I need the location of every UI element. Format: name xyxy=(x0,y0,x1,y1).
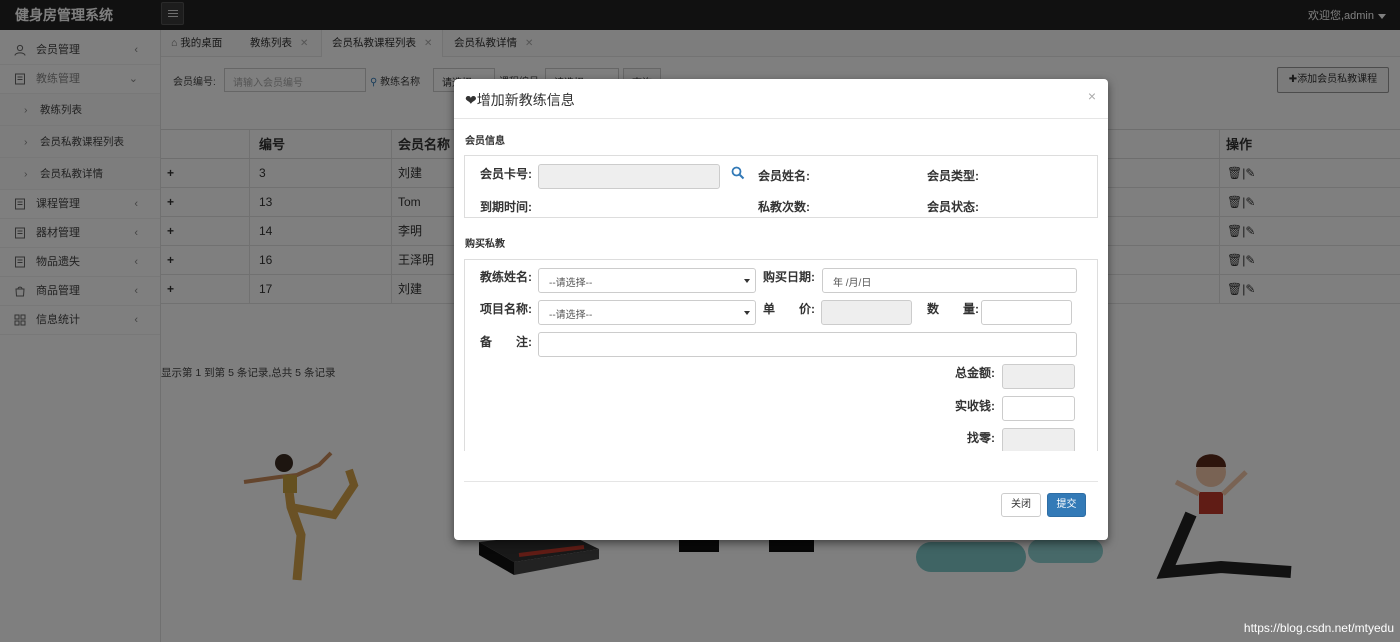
modal-footer-divider xyxy=(464,481,1098,482)
paid-amount-input[interactable] xyxy=(1002,396,1075,421)
modal-header: ❤增加新教练信息 × xyxy=(454,79,1108,119)
heart-icon: ❤ xyxy=(465,92,477,108)
modal-body: 会员信息 会员卡号: 会员姓名: 会员类型: 到期时间: 私教次数: 会员状态:… xyxy=(454,119,1108,451)
project-select[interactable]: --请选择-- xyxy=(538,300,756,325)
unit-price-label: 单 价: xyxy=(763,302,815,316)
coach-select[interactable]: --请选择-- xyxy=(538,268,756,293)
note-label: 备 注: xyxy=(480,335,532,349)
buy-private-section-title: 购买私教 xyxy=(465,239,505,250)
change-input[interactable] xyxy=(1002,428,1075,451)
buy-date-input[interactable]: 年 /月/日 xyxy=(822,268,1077,293)
unit-price-input[interactable] xyxy=(821,300,912,325)
search-icon[interactable] xyxy=(731,166,745,180)
add-coach-modal: ❤增加新教练信息 × 会员信息 会员卡号: 会员姓名: 会员类型: 到期时间: … xyxy=(454,79,1108,540)
buy-private-panel: 教练姓名: --请选择-- 购买日期: 年 /月/日 项目名称: --请选择--… xyxy=(464,259,1098,451)
member-info-section-title: 会员信息 xyxy=(465,136,505,147)
buy-date-label: 购买日期: xyxy=(763,270,815,284)
modal-title: ❤增加新教练信息 xyxy=(465,90,575,110)
change-label: 找零: xyxy=(967,431,995,445)
card-no-label: 会员卡号: xyxy=(480,167,532,181)
submit-button[interactable]: 提交 xyxy=(1047,493,1086,517)
private-count-label: 私教次数: xyxy=(758,200,810,214)
watermark: https://blog.csdn.net/mtyedu xyxy=(1243,621,1394,635)
card-no-input[interactable] xyxy=(538,164,720,189)
member-info-panel: 会员卡号: 会员姓名: 会员类型: 到期时间: 私教次数: 会员状态: xyxy=(464,155,1098,218)
note-input[interactable] xyxy=(538,332,1077,357)
total-amount-input[interactable] xyxy=(1002,364,1075,389)
coach-name-label: 教练姓名: xyxy=(480,270,532,284)
member-name-label: 会员姓名: xyxy=(758,169,810,183)
paid-amount-label: 实收钱: xyxy=(955,399,995,413)
member-status-label: 会员状态: xyxy=(927,200,979,214)
project-name-label: 项目名称: xyxy=(480,302,532,316)
expire-date-label: 到期时间: xyxy=(480,200,532,214)
member-type-label: 会员类型: xyxy=(927,169,979,183)
close-icon[interactable]: × xyxy=(1088,88,1096,104)
modal-title-text: 增加新教练信息 xyxy=(476,92,575,108)
quantity-input[interactable] xyxy=(981,300,1072,325)
total-amount-label: 总金额: xyxy=(955,366,995,380)
quantity-label: 数 量: xyxy=(927,302,979,316)
close-button[interactable]: 关闭 xyxy=(1001,493,1041,517)
